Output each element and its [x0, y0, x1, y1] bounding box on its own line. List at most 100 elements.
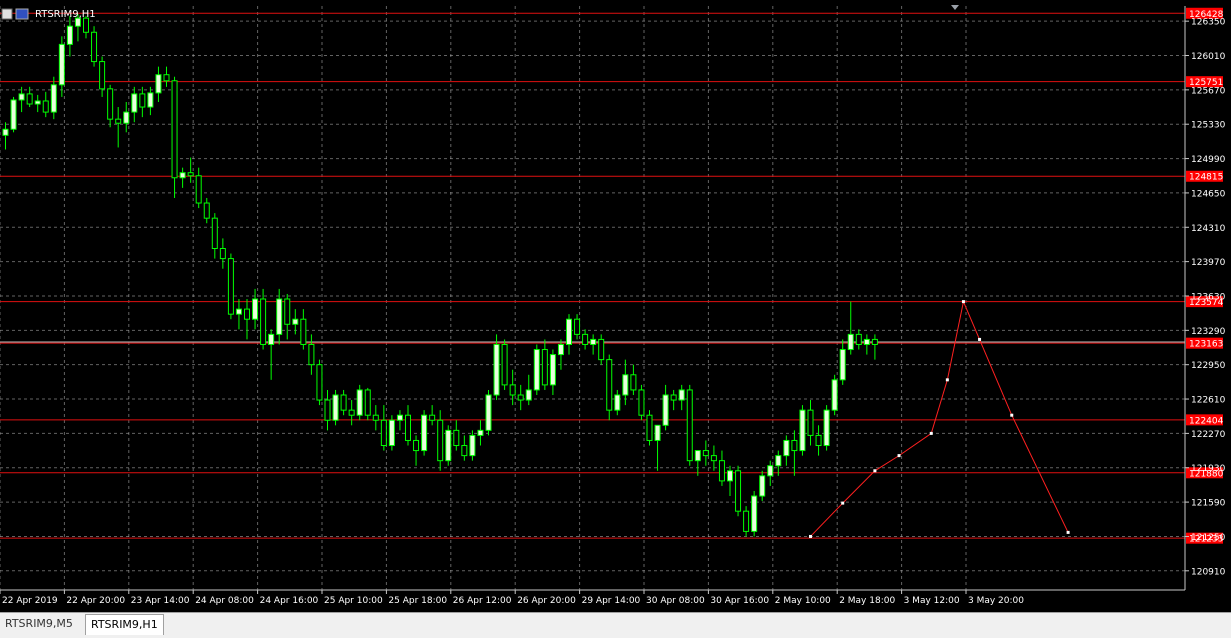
price-tick-label: 123630 — [1191, 292, 1226, 302]
candle-bull — [566, 318, 572, 345]
candle-bull — [590, 338, 597, 345]
tab-rtsrim9-h1[interactable]: RTSRIM9,H1 — [85, 614, 164, 635]
candle-bear — [380, 419, 387, 447]
zigzag-point — [841, 501, 845, 505]
time-tick-label: 30 Apr 16:00 — [710, 596, 769, 606]
time-tick-label: 23 Apr 14:00 — [131, 596, 190, 606]
candle-bear — [710, 455, 717, 462]
candle-bear — [83, 17, 89, 33]
price-tick-label: 126010 — [1191, 52, 1226, 62]
candle-bull — [557, 343, 564, 356]
candle-bull — [477, 429, 484, 436]
time-tick-label: 24 Apr 08:00 — [195, 596, 254, 606]
candle-bear — [372, 414, 379, 421]
candle-bear — [807, 409, 814, 436]
time-tick-label: 29 Apr 14:00 — [582, 596, 641, 606]
time-tick-label: 22 Apr 20:00 — [66, 596, 125, 606]
candle-bear — [517, 394, 524, 401]
candle-bull — [292, 318, 299, 325]
time-tick-label: 26 Apr 12:00 — [453, 596, 512, 606]
price-chart[interactable]: 1264281257511248151235741231631224041218… — [0, 0, 1231, 612]
candle-bear — [574, 318, 581, 335]
chart-header: RTSRIM9,H1 — [1, 8, 96, 20]
candle-bear — [91, 31, 98, 63]
candle-bull — [252, 298, 259, 320]
candle-bear — [139, 93, 146, 108]
candle-bull — [445, 429, 452, 462]
level-price-label: 122404 — [1189, 416, 1224, 426]
price-tick-label: 124990 — [1191, 155, 1226, 165]
price-tick-label: 123970 — [1191, 258, 1226, 268]
price-tick-label: 122950 — [1191, 361, 1226, 371]
zigzag-point — [809, 534, 812, 538]
price-tick-label: 124310 — [1191, 224, 1226, 234]
candle-bear — [686, 389, 693, 462]
price-tick-label: 122610 — [1191, 396, 1226, 406]
candle-bull — [783, 439, 790, 457]
candle-bull — [831, 379, 838, 411]
candle-bear — [453, 429, 460, 447]
candle-bear — [26, 93, 33, 105]
price-tick-label: 121930 — [1191, 464, 1226, 474]
candle-bear — [429, 414, 436, 421]
zigzag-point — [945, 378, 949, 382]
candle-bear — [219, 247, 226, 260]
price-tick-label: 121590 — [1191, 499, 1226, 509]
candle-bear — [195, 175, 202, 204]
candle-bull — [533, 349, 540, 391]
candle-bull — [678, 389, 685, 401]
candle-bear — [670, 394, 677, 401]
price-tick-label: 125330 — [1191, 121, 1226, 131]
tab-rtsrim9-m5[interactable]: RTSRIM9,M5 — [0, 614, 78, 634]
candle-bull — [662, 394, 669, 426]
time-tick-label: 25 Apr 18:00 — [388, 596, 447, 606]
price-tick-label: 121250 — [1191, 533, 1226, 543]
candle-bear — [630, 374, 637, 391]
candle-bear — [211, 217, 218, 249]
candle-bull — [179, 172, 186, 179]
candle-bull — [775, 455, 782, 467]
candle-bear — [244, 308, 250, 320]
tab-bar: RTSRIM9,M5 RTSRIM9,H1 — [0, 612, 1231, 638]
chart-title: RTSRIM9,H1 — [35, 9, 96, 20]
zigzag-point — [1066, 530, 1070, 534]
candle-bull — [694, 450, 701, 462]
candle-bear — [743, 510, 750, 532]
chart-background — [0, 0, 1231, 612]
candle-bear — [461, 445, 468, 457]
time-tick-label: 2 May 18:00 — [839, 596, 895, 606]
candle-bear — [163, 74, 170, 82]
candle-bull — [66, 25, 73, 45]
candle-bear — [582, 333, 589, 345]
candle-bear — [437, 419, 444, 462]
candle-bull — [863, 338, 870, 345]
candle-bear — [598, 338, 605, 361]
candle-bull — [131, 93, 138, 113]
candle-bull — [388, 419, 395, 447]
zigzag-point — [897, 454, 901, 458]
candle-bear — [115, 118, 122, 124]
candle-bull — [276, 298, 283, 335]
candle-bull — [18, 93, 25, 101]
candle-bull — [356, 389, 363, 416]
price-tick-label: 124650 — [1191, 189, 1226, 199]
candle-bull — [767, 465, 774, 477]
candle-bear — [308, 343, 315, 366]
candle-bear — [646, 414, 653, 441]
price-tick-label: 126350 — [1191, 18, 1226, 28]
price-tick-label: 125670 — [1191, 86, 1226, 96]
candle-bear — [815, 434, 822, 447]
candle-bull — [847, 333, 854, 351]
candle-bull — [622, 374, 629, 396]
candle-bull — [839, 349, 846, 381]
candle-bull — [485, 394, 492, 431]
candle-bear — [855, 333, 862, 345]
candle-bull — [50, 84, 57, 113]
candle-bear — [702, 450, 709, 457]
candle-bull — [235, 308, 242, 315]
candle-bull — [549, 354, 556, 386]
candle-bear — [871, 338, 878, 345]
candle-bear — [187, 172, 194, 177]
candle-bull — [799, 409, 806, 452]
candle-bear — [405, 414, 411, 441]
